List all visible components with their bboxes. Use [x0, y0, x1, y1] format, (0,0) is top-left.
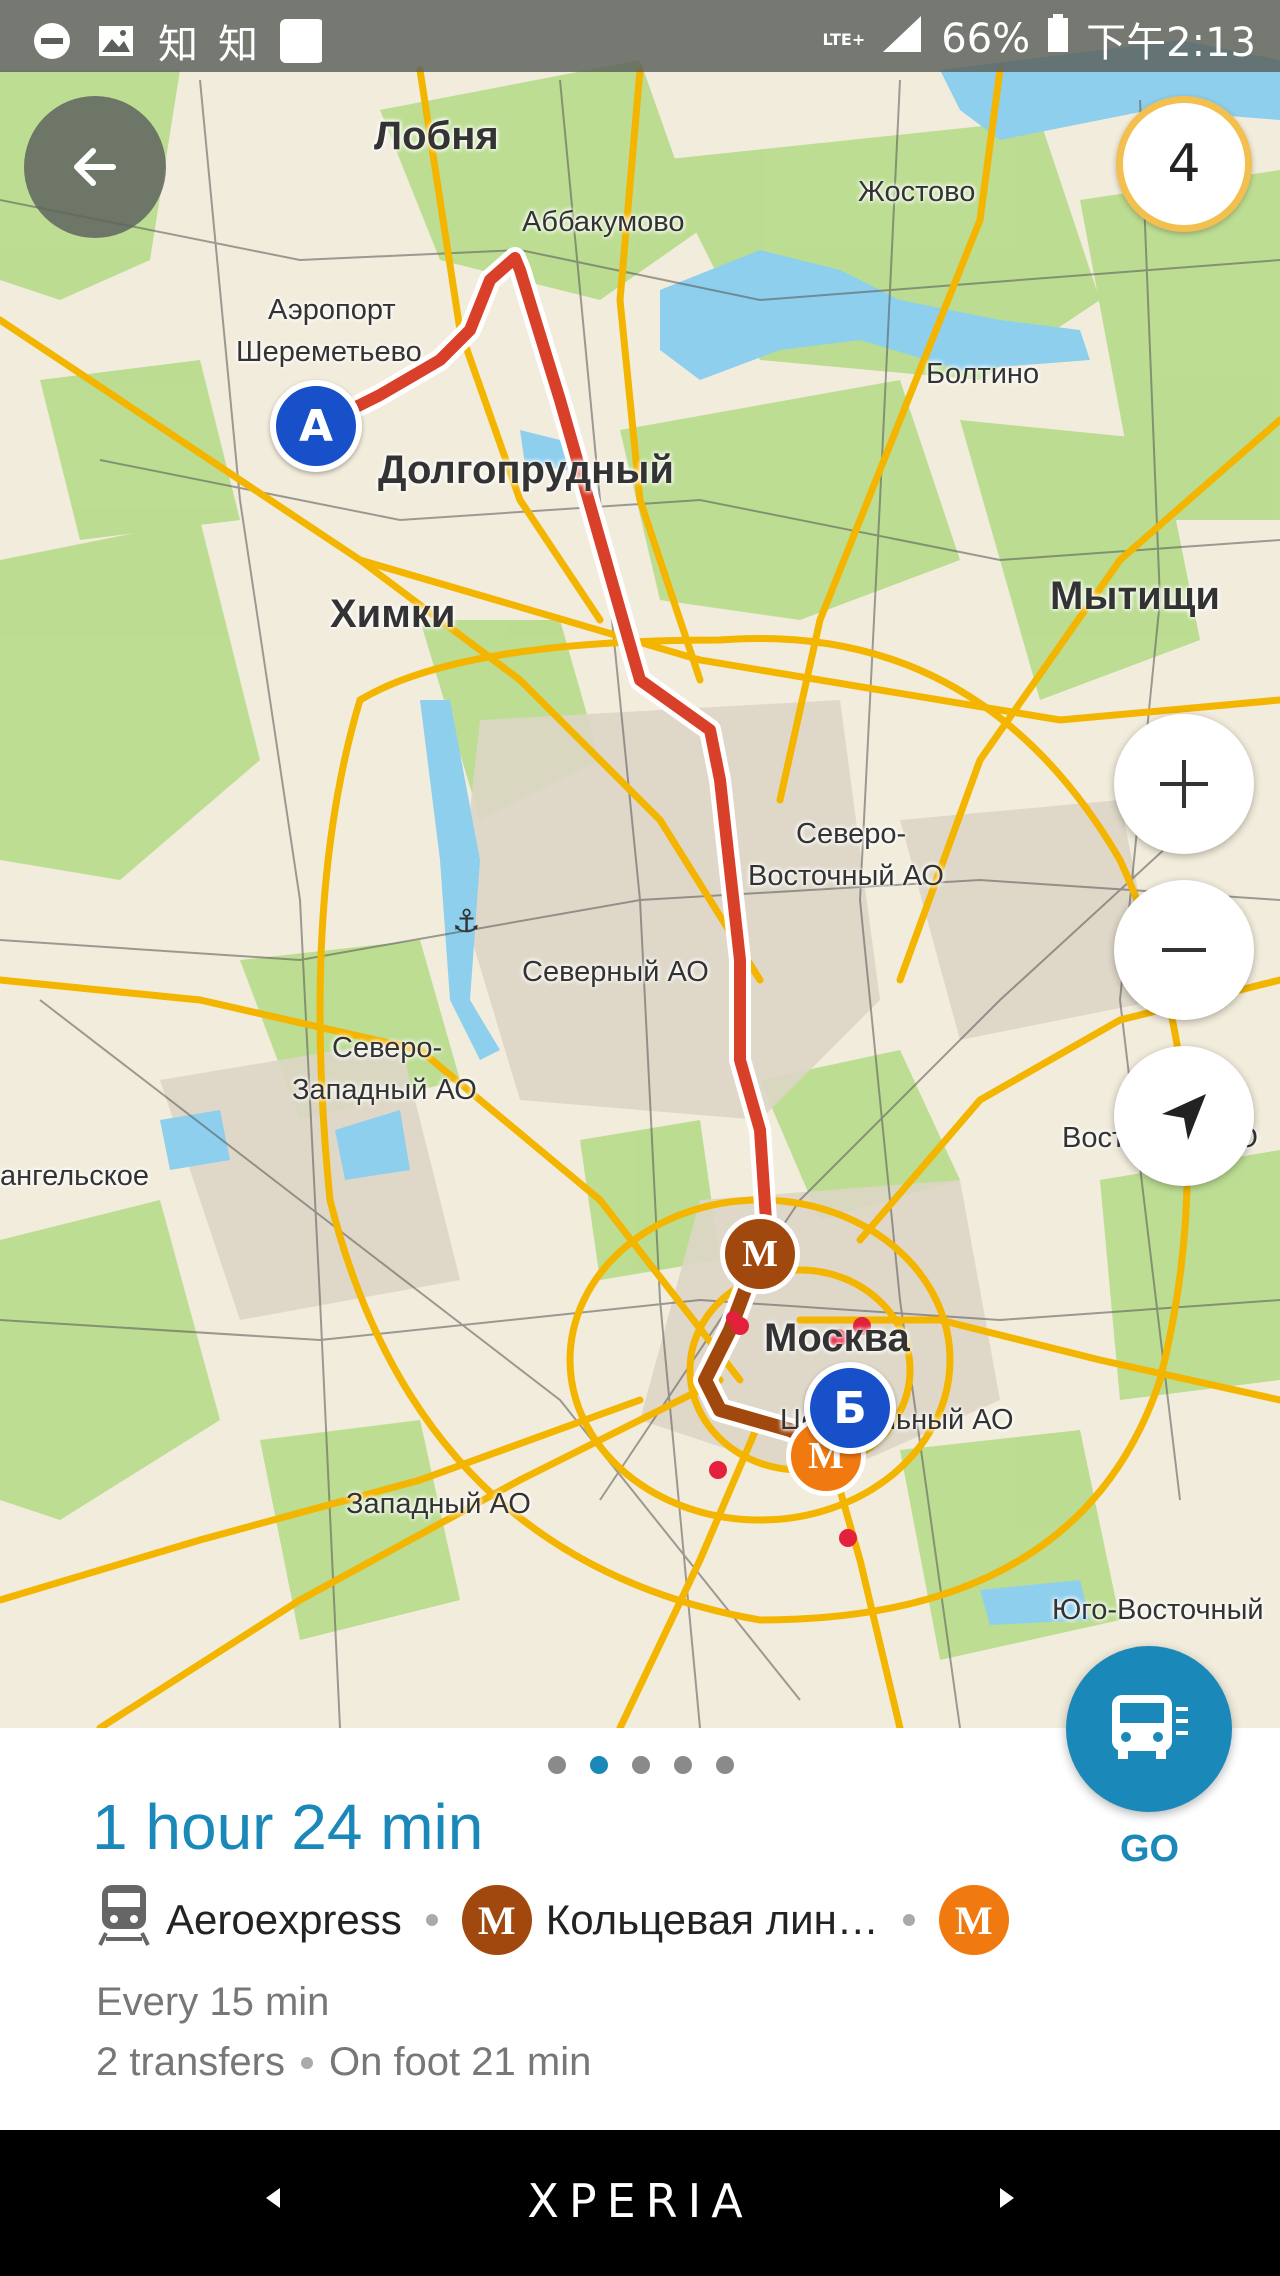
navigation-arrow-icon	[1162, 1094, 1206, 1140]
battery-percent: 66%	[941, 16, 1031, 62]
page-dot[interactable]	[548, 1756, 566, 1774]
route-transfers: 2 transfers	[96, 2040, 285, 2084]
segment-metro-line-label: Кольцевая лин…	[545, 1896, 879, 1943]
metro-symbol: М	[954, 1897, 993, 1943]
map-label-severo-2: Северо-	[332, 1032, 443, 1064]
map-view[interactable]: ⚓ Лобня Аббакумово Жостово Аэропорт Шере…	[0, 0, 1280, 1728]
separator-dot	[300, 2056, 313, 2069]
map-label-moskva: Москва	[764, 1316, 910, 1360]
map-label-lobnya: Лобня	[374, 114, 499, 158]
route-duration: 1 hour 24 min	[92, 1791, 484, 1863]
route-frequency: Every 15 min	[96, 1980, 330, 2024]
segment-train-label: Aeroexpress	[166, 1896, 402, 1943]
clock: 下午2:13	[1086, 20, 1256, 66]
route-start-label: А	[298, 400, 334, 452]
separator-dot	[425, 1914, 438, 1926]
map-label-vostochny-ao: Восточный АО	[748, 860, 944, 892]
signal-icon	[881, 14, 925, 64]
routes-count-badge[interactable]: 4	[1116, 96, 1252, 232]
map-label-abbakumovo: Аббакумово	[522, 206, 685, 238]
map-label-mytishchi: Мытищи	[1050, 574, 1220, 618]
back-button[interactable]	[24, 96, 166, 238]
minus-circle-icon	[30, 19, 74, 63]
map-label-airport: Аэропорт	[268, 294, 396, 326]
map-label-boltino: Болтино	[926, 358, 1040, 390]
map-label-zhostovo: Жостово	[858, 176, 976, 208]
status-bar: 知 知 LTE+ 66% 下午2:13	[0, 0, 1280, 72]
battery-icon	[1046, 14, 1070, 64]
page-dot[interactable]	[716, 1756, 734, 1774]
page-indicator	[548, 1756, 734, 1774]
blank-app-icon	[278, 19, 322, 63]
page-dot-active[interactable]	[590, 1756, 608, 1774]
brand-logo: XPERIA	[527, 2174, 753, 2228]
zoom-in-button[interactable]	[1114, 714, 1254, 854]
notification-app-1: 知	[158, 22, 198, 68]
map-label-khimki: Химки	[330, 592, 456, 636]
metro-ring-line-icon: М	[461, 1885, 532, 1955]
page-dot[interactable]	[674, 1756, 692, 1774]
system-nav-bar: XPERIA	[0, 2130, 1280, 2276]
metro-symbol: М	[742, 1233, 778, 1275]
network-type: LTE+	[822, 29, 866, 49]
metro-transfer-marker-1[interactable]: М	[720, 1214, 800, 1294]
arrow-left-icon	[74, 148, 116, 186]
route-start-marker[interactable]: А	[270, 380, 362, 472]
route-segments: Aeroexpress М Кольцевая лин… М	[96, 1880, 1009, 1960]
minus-icon	[1162, 948, 1206, 952]
page-dot[interactable]	[632, 1756, 650, 1774]
zoom-out-button[interactable]	[1114, 880, 1254, 1020]
metro-symbol: М	[477, 1897, 516, 1943]
map-label-severo: Северо-	[796, 818, 907, 850]
map-label-yugo-vostochny: Юго-Восточный	[1052, 1594, 1264, 1626]
svg-text:⚓: ⚓	[452, 902, 481, 940]
routes-count: 4	[1167, 134, 1201, 194]
map-label-dolgoprudny: Долгопрудный	[378, 448, 675, 492]
go-button[interactable]	[1066, 1646, 1232, 1812]
image-icon	[94, 19, 138, 63]
go-label[interactable]: GO	[1120, 1828, 1179, 1871]
map-canvas: ⚓	[0, 40, 1280, 1728]
route-on-foot: On foot 21 min	[328, 2040, 592, 2084]
metro-orange-line-icon: М	[938, 1885, 1009, 1955]
bus-icon	[1112, 1695, 1188, 1759]
plus-icon	[1160, 760, 1208, 808]
route-end-marker[interactable]: Б	[804, 1362, 896, 1454]
route-details: 2 transfers On foot 21 min	[96, 2040, 591, 2085]
map-label-severny-ao: Северный АО	[522, 956, 709, 988]
nav-forward-icon[interactable]	[1000, 2188, 1014, 2208]
route-end-label: Б	[833, 1382, 867, 1434]
map-label-arkhangelskoe: ангельское	[0, 1160, 150, 1192]
map-label-zapadny-ao: Западный АО	[292, 1074, 477, 1106]
my-location-button[interactable]	[1114, 1046, 1254, 1186]
map-label-zapadny-ao-2: Западный АО	[346, 1488, 531, 1520]
notification-app-2: 知	[218, 22, 258, 68]
map-label-sheremetyevo: Шереметьево	[236, 336, 422, 368]
train-icon	[96, 1883, 152, 1957]
separator-dot	[902, 1914, 915, 1926]
